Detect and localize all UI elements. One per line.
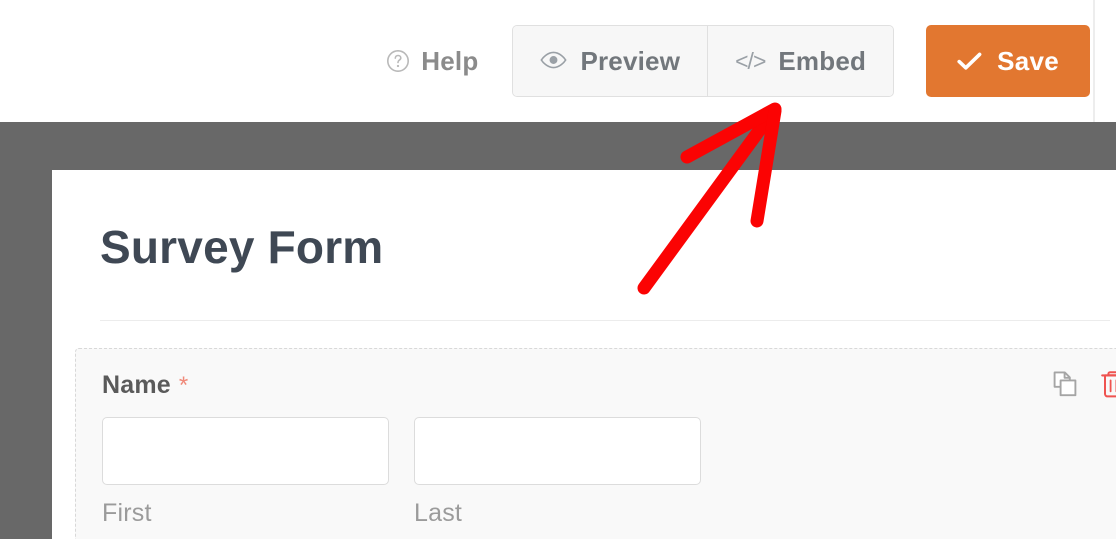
field-tools: [1050, 369, 1116, 404]
check-icon: [957, 51, 982, 71]
trash-icon[interactable]: [1100, 369, 1116, 404]
first-name-sublabel: First: [102, 499, 152, 527]
title-divider: [100, 320, 1110, 321]
header-actions: Help Preview </> Embed Save: [386, 24, 1090, 98]
duplicate-icon[interactable]: [1050, 369, 1080, 404]
last-name-input[interactable]: [414, 417, 701, 485]
header-right-divider: [1093, 0, 1095, 122]
help-label: Help: [421, 45, 479, 76]
preview-embed-button-group: Preview </> Embed: [512, 25, 895, 97]
form-title: Survey Form: [100, 221, 384, 273]
save-label: Save: [997, 45, 1059, 76]
help-button[interactable]: Help: [386, 46, 478, 77]
embed-label: Embed: [778, 45, 867, 76]
field-label: Name: [102, 371, 171, 399]
save-button[interactable]: Save: [926, 25, 1090, 97]
app-header: Help Preview </> Embed Save: [0, 0, 1116, 122]
form-builder-screen: Help Preview </> Embed Save Survey Form …: [0, 0, 1116, 539]
eye-icon: [540, 46, 568, 77]
field-label-row: Name *: [102, 371, 188, 400]
form-preview-panel: Survey Form Name * First Last: [52, 170, 1116, 539]
first-name-column: First: [102, 417, 389, 528]
embed-button[interactable]: </> Embed: [707, 26, 894, 96]
first-name-input[interactable]: [102, 417, 389, 485]
preview-button[interactable]: Preview: [513, 26, 708, 96]
preview-label: Preview: [580, 45, 681, 76]
field-group-name[interactable]: Name * First Last: [75, 348, 1116, 539]
last-name-column: Last: [414, 417, 701, 528]
question-circle-icon: [386, 49, 410, 73]
last-name-sublabel: Last: [414, 499, 463, 527]
name-inputs-row: First Last: [102, 417, 701, 528]
required-indicator: *: [178, 372, 189, 399]
code-icon: </>: [735, 47, 766, 74]
